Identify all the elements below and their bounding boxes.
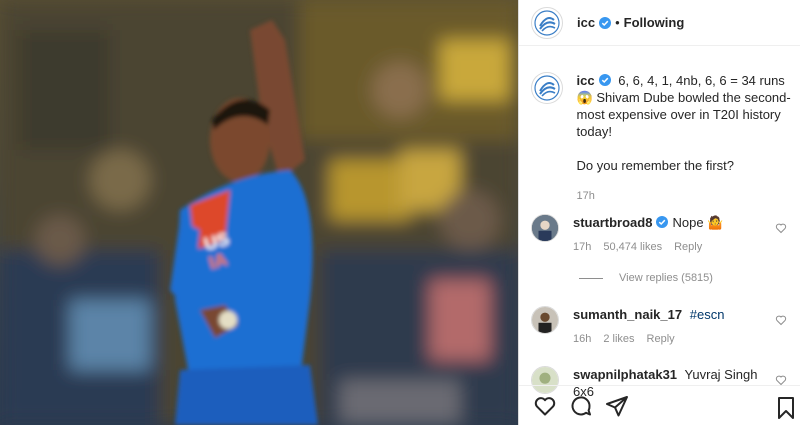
- avatar-photo-icon: [532, 307, 558, 333]
- caption-question: Do you remember the first?: [576, 158, 735, 173]
- comment-username[interactable]: sumanth_naik_17: [573, 307, 682, 322]
- view-replies[interactable]: View replies (5815): [579, 272, 713, 284]
- view-replies-label[interactable]: View replies (5815): [619, 272, 713, 284]
- post-caption: icc 6, 6, 4, 1, 4nb, 6, 6 = 34 runs 😱 Sh…: [531, 72, 793, 205]
- heart-icon[interactable]: [533, 394, 557, 418]
- comment-time[interactable]: 16h: [573, 331, 591, 348]
- verified-badge-icon: [599, 16, 612, 29]
- comment-text: Nope 🤷: [672, 215, 724, 230]
- heart-icon[interactable]: [775, 222, 787, 234]
- crowd-background: US IA: [0, 0, 518, 425]
- post-detail-panel: icc • Following icc 6, 6, 4, 1, 4nb, 6, …: [518, 0, 800, 425]
- post-timestamp[interactable]: 17h: [577, 188, 793, 205]
- bookmark-icon[interactable]: [775, 396, 797, 420]
- comment-username[interactable]: stuartbroad8: [573, 215, 652, 230]
- heart-icon[interactable]: [775, 314, 787, 326]
- caption-avatar[interactable]: [531, 72, 563, 104]
- caption-username[interactable]: icc: [577, 73, 595, 88]
- comment-likes[interactable]: 2 likes: [603, 331, 634, 348]
- icc-logo-icon: [534, 75, 560, 101]
- caption-line-2: Shivam Dube bowled the second-most expen…: [576, 90, 791, 139]
- avatar-photo-icon: [532, 215, 558, 241]
- post-header: icc • Following: [519, 0, 800, 46]
- verified-badge-icon: [656, 216, 669, 228]
- hashtag-link[interactable]: #escn: [690, 307, 725, 322]
- comment-icon[interactable]: [569, 394, 593, 418]
- comment-likes[interactable]: 50,474 likes: [603, 239, 662, 256]
- commenter-avatar[interactable]: [531, 306, 559, 334]
- reply-button[interactable]: Reply: [674, 239, 702, 256]
- reply-button[interactable]: Reply: [647, 331, 675, 348]
- replies-divider: [579, 277, 603, 279]
- verified-badge-icon: [598, 74, 611, 86]
- following-button[interactable]: Following: [624, 15, 685, 30]
- icc-logo-icon: [534, 9, 560, 36]
- account-handle[interactable]: icc: [577, 15, 595, 30]
- comment-username[interactable]: swapnilphatak31: [573, 367, 677, 382]
- action-bar: [519, 385, 800, 425]
- comment-time[interactable]: 17h: [573, 239, 591, 256]
- separator-dot: •: [615, 15, 620, 30]
- commenter-avatar[interactable]: [531, 214, 559, 242]
- post-image[interactable]: US IA: [0, 0, 518, 425]
- comment-item: sumanth_naik_17 #escn 16h 2 likes Reply: [531, 306, 800, 348]
- share-icon[interactable]: [605, 394, 629, 418]
- comment-item: stuartbroad8 Nope 🤷 17h 50,474 likes Repl…: [531, 214, 800, 256]
- icc-avatar[interactable]: [531, 6, 563, 39]
